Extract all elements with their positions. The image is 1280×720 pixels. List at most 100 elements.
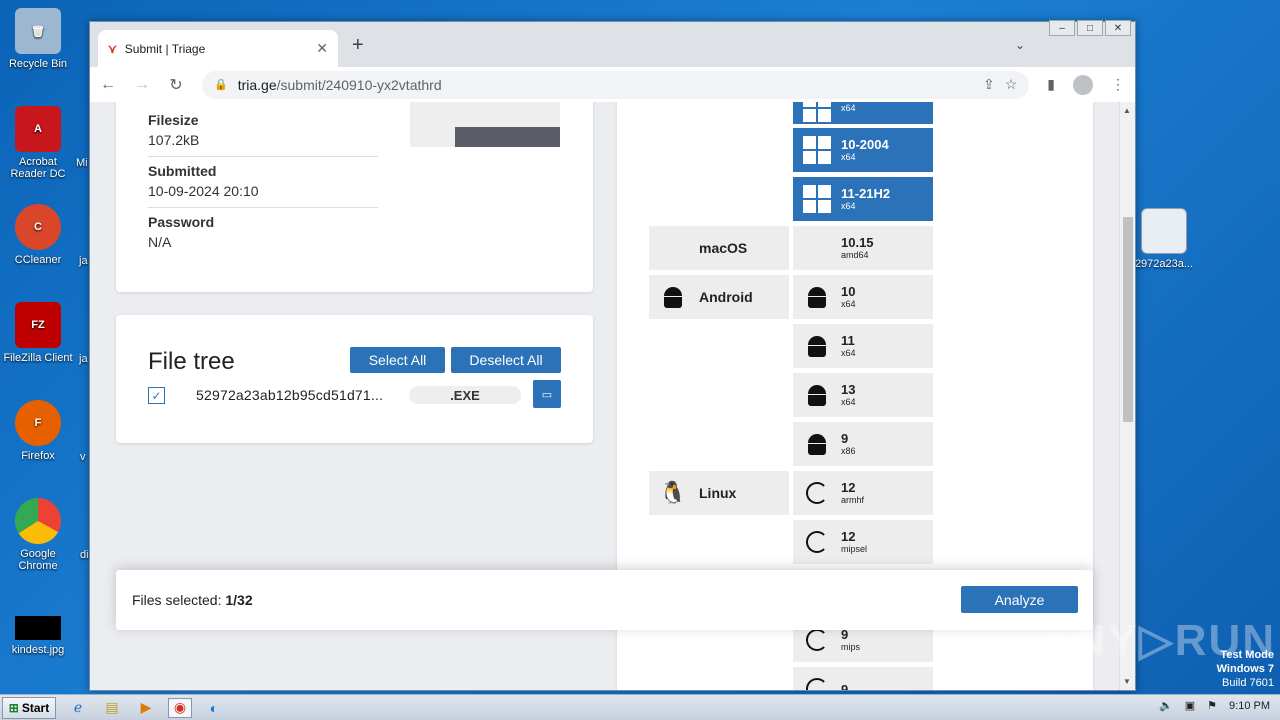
clock[interactable]: 9:10 PM xyxy=(1229,700,1270,712)
chrome-taskbar-icon[interactable]: ◉ xyxy=(168,697,192,718)
os-item-android-10[interactable]: 10 x64 xyxy=(793,275,933,319)
side-panel-icon[interactable]: ▮ xyxy=(1047,76,1055,93)
tab-search-icon[interactable]: ⌄ xyxy=(1015,38,1025,52)
android-icon xyxy=(803,381,831,409)
desktop-icon-ccleaner[interactable]: C CCleaner xyxy=(0,204,76,266)
terminal-icon[interactable]: ▭ xyxy=(533,380,561,408)
close-window-icon[interactable]: ✕ xyxy=(1105,20,1131,36)
analyze-button[interactable]: Analyze xyxy=(961,586,1078,613)
start-label: Start xyxy=(21,700,50,715)
submitted-value: 10-09-2024 20:10 xyxy=(148,183,378,208)
os-item-android-9[interactable]: 9 x86 xyxy=(793,422,933,466)
triage-favicon-icon: ⋎ xyxy=(108,41,117,56)
profile-avatar-icon[interactable] xyxy=(1073,74,1093,95)
os-item-android-13[interactable]: 13 x64 xyxy=(793,373,933,417)
filesize-field: Filesize 107.2kB xyxy=(148,112,378,157)
scroll-down-icon[interactable]: ▼ xyxy=(1123,677,1131,686)
tab-submit-triage[interactable]: ⋎ Submit | Triage ✕ xyxy=(98,30,338,67)
os-label-macos[interactable]: macOS xyxy=(649,226,789,270)
desktop-icon-recycle-bin[interactable]: 🗑 Recycle Bin xyxy=(0,8,76,70)
desktop-icon-label: Recycle Bin xyxy=(8,58,68,70)
desktop-icon-kindest[interactable]: kindest.jpg xyxy=(0,616,76,656)
edge-icon[interactable]: ◐ xyxy=(202,698,226,718)
file-tree-title: File tree xyxy=(148,348,235,375)
volume-icon[interactable]: 🔈 xyxy=(1159,699,1173,712)
recycle-bin-icon: 🗑 xyxy=(15,8,61,54)
desktop-icon-exe[interactable]: 2972a23a... xyxy=(1126,208,1202,270)
os-item-debian-9[interactable]: 9 xyxy=(793,667,933,690)
minimize-icon[interactable]: – xyxy=(1049,20,1075,36)
desktop-icon-chrome[interactable]: Google Chrome xyxy=(0,498,76,572)
desktop-label-cut: di xyxy=(80,549,89,561)
os-label-android[interactable]: Android xyxy=(649,275,789,319)
taskbar: ⊞ Start ℯ ▤ ▶ ◉ ◐ 🔈 ▣ ⚑ 9:10 PM xyxy=(0,694,1280,720)
bookmark-star-icon[interactable]: ☆ xyxy=(1005,76,1018,93)
scrollbar-thumb[interactable] xyxy=(1123,217,1133,422)
filesize-value: 107.2kB xyxy=(148,132,378,157)
os-item-windows-10-2004[interactable]: 10-2004 x64 xyxy=(793,128,933,172)
desktop-icon-filezilla[interactable]: FZ FileZilla Client xyxy=(0,302,76,364)
os-item-macos-10-15[interactable]: 10.15 amd64 xyxy=(793,226,933,270)
os-item-windows-11-21h2[interactable]: 11-21H2 x64 xyxy=(793,177,933,221)
url-host: tria.ge xyxy=(237,76,277,93)
android-icon xyxy=(803,283,831,311)
debian-icon xyxy=(803,479,831,507)
desktop-icon-label: Google Chrome xyxy=(18,548,58,572)
address-bar[interactable]: 🔒 tria.ge/submit/240910-yx2vtathrd ⇪ ☆ xyxy=(202,70,1030,99)
image-file-icon xyxy=(15,616,61,640)
os-version: 9 xyxy=(841,431,849,446)
network-icon[interactable]: ▣ xyxy=(1185,699,1195,712)
android-icon xyxy=(803,332,831,360)
desktop-label-cut: v xyxy=(80,451,86,463)
media-player-icon[interactable]: ▶ xyxy=(134,698,158,718)
android-icon xyxy=(803,430,831,458)
windows-icon xyxy=(803,102,831,122)
file-extension-badge: .EXE xyxy=(409,386,521,404)
ie-icon[interactable]: ℯ xyxy=(66,698,90,718)
testmode-line3: Build 7601 xyxy=(1222,677,1274,689)
os-item-debian-12-mipsel[interactable]: 12 mipsel xyxy=(793,520,933,564)
desktop-icon-label: FileZilla Client xyxy=(3,352,73,364)
reload-icon[interactable]: ↻ xyxy=(168,75,184,95)
new-tab-icon[interactable]: + xyxy=(352,34,364,57)
share-icon[interactable]: ⇪ xyxy=(983,76,995,93)
os-version: 13 xyxy=(841,382,856,397)
analyze-bar: Files selected: 1/32 Analyze xyxy=(116,570,1093,630)
acrobat-icon: A xyxy=(15,106,61,152)
os-label-linux[interactable]: 🐧 Linux xyxy=(649,471,789,515)
password-label: Password xyxy=(148,214,215,230)
windows-icon xyxy=(803,136,831,164)
desktop-label-cut: ja xyxy=(79,255,88,267)
os-version: 10-2004 xyxy=(841,137,889,152)
desktop-icon-firefox[interactable]: F Firefox xyxy=(0,400,76,462)
menu-kebab-icon[interactable]: ⋮ xyxy=(1111,76,1125,93)
scroll-up-icon[interactable]: ▲ xyxy=(1123,106,1131,115)
close-tab-icon[interactable]: ✕ xyxy=(316,40,328,57)
desktop-label-cut: Mi xyxy=(76,157,88,169)
desktop-icon-acrobat[interactable]: A Acrobat Reader DC xyxy=(0,106,76,180)
os-version: 11-21H2 xyxy=(841,186,891,201)
page-scrollbar[interactable]: ▲ ▼ xyxy=(1119,102,1135,690)
file-tree-card: File tree Select All Deselect All ✓ 5297… xyxy=(116,315,593,443)
browser-toolbar: ← → ↻ 🔒 tria.ge/submit/240910-yx2vtathrd… xyxy=(90,67,1135,102)
os-version: 9 xyxy=(841,681,849,691)
apple-icon xyxy=(659,234,687,262)
back-icon[interactable]: ← xyxy=(100,76,116,94)
action-center-flag-icon[interactable]: ⚑ xyxy=(1207,699,1217,712)
start-button[interactable]: ⊞ Start xyxy=(2,696,56,719)
deselect-all-button[interactable]: Deselect All xyxy=(451,347,561,373)
file-checkbox[interactable]: ✓ xyxy=(148,387,165,404)
os-version: 12 xyxy=(841,529,856,544)
os-item-windows-top[interactable]: x64 xyxy=(793,102,933,124)
forward-icon[interactable]: → xyxy=(134,76,150,94)
chrome-icon xyxy=(15,498,61,544)
explorer-folder-icon[interactable]: ▤ xyxy=(100,698,124,718)
select-all-button[interactable]: Select All xyxy=(350,347,445,373)
os-arch: amd64 xyxy=(841,250,869,260)
os-item-android-11[interactable]: 11 x64 xyxy=(793,324,933,368)
tab-title: Submit | Triage xyxy=(124,41,206,56)
maximize-icon[interactable]: □ xyxy=(1077,20,1103,36)
desktop-icon-label: Acrobat Reader DC xyxy=(10,156,66,180)
os-item-debian-12-armhf[interactable]: 12 armhf xyxy=(793,471,933,515)
debian-icon xyxy=(803,675,831,690)
